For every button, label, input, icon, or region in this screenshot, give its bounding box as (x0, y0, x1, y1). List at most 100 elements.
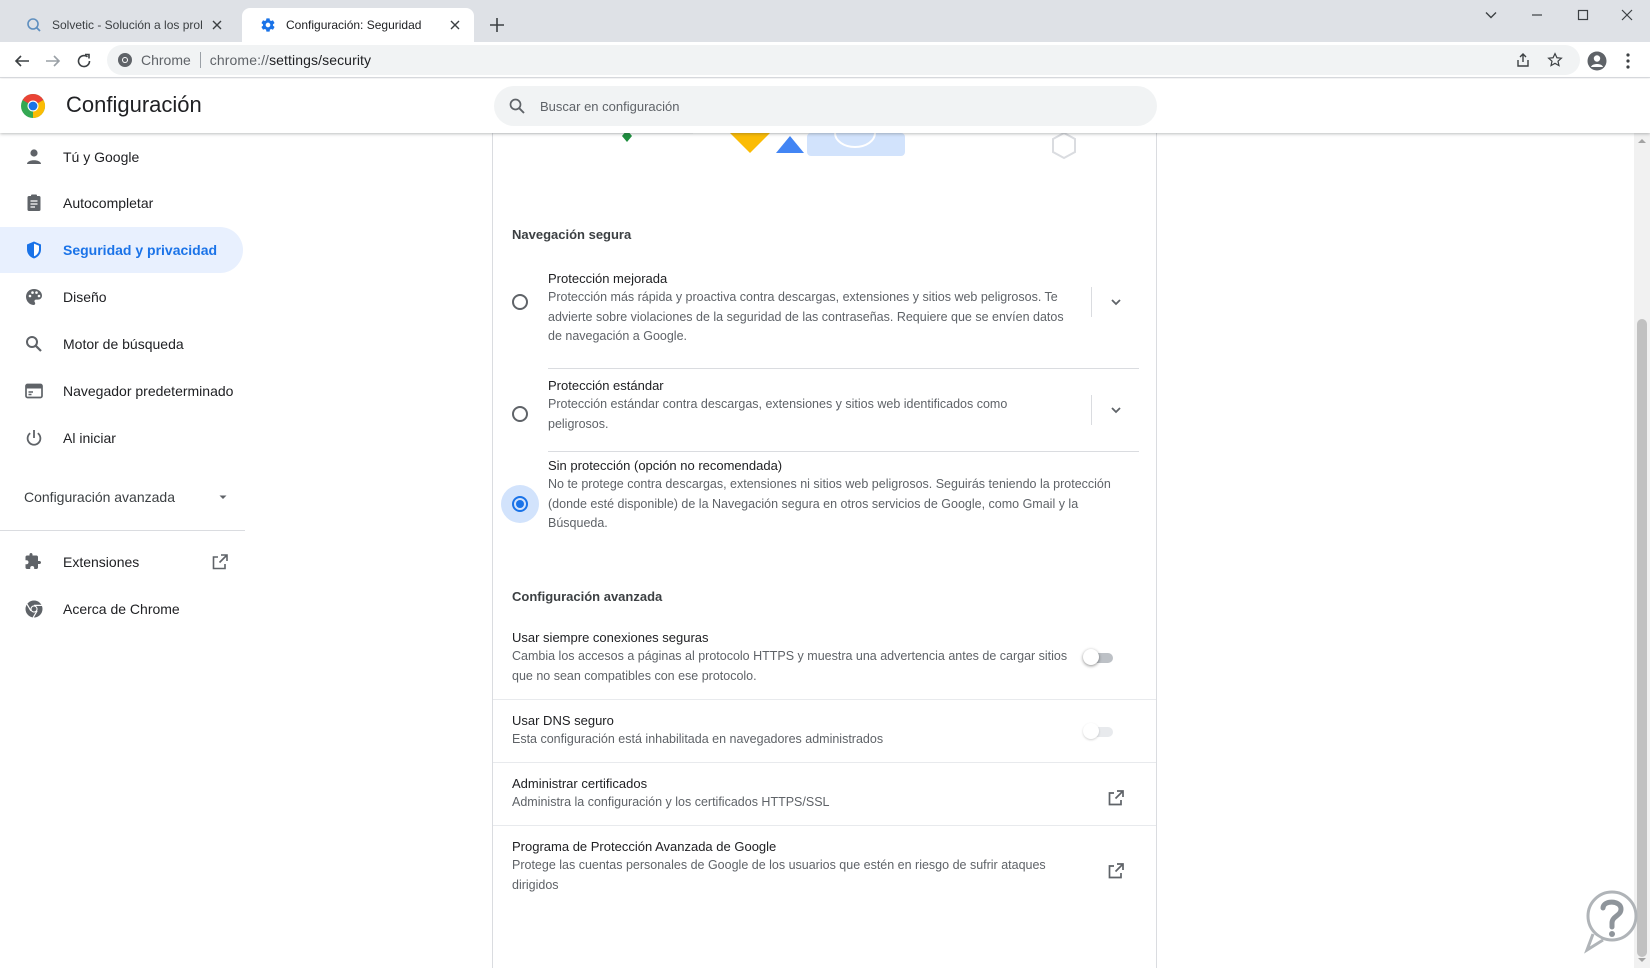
sidebar-item-you-and-google[interactable]: Tú y Google (0, 134, 243, 180)
chrome-site-icon (118, 53, 132, 67)
safe-browsing-section-title: Navegación segura (512, 227, 632, 242)
scrollbar-thumb[interactable] (1637, 319, 1647, 957)
toggle-knob (1083, 723, 1099, 739)
sidebar-item-label: Tú y Google (63, 149, 140, 165)
reload-icon (77, 53, 91, 68)
advanced-protection-description: Protege las cuentas personales de Google… (512, 858, 1046, 892)
share-icon[interactable] (1515, 52, 1531, 68)
solvetic-watermark-logo (1584, 890, 1638, 954)
open-in-new-icon[interactable] (1105, 787, 1127, 809)
new-tab-icon[interactable] (486, 14, 508, 36)
sidebar-item-label: Acerca de Chrome (63, 601, 180, 617)
minimize-icon (1532, 14, 1542, 16)
radio-standard-protection[interactable] (512, 406, 528, 422)
power-icon (26, 430, 42, 446)
bookmark-star-icon[interactable] (1546, 51, 1564, 69)
sidebar-item-extensions[interactable]: Extensiones (0, 539, 243, 585)
safe-browsing-option-standard[interactable]: Protección estándar Protección estándar … (493, 369, 1156, 449)
settings-search-box[interactable] (494, 86, 1157, 126)
url-scheme: chrome:// (209, 52, 270, 68)
tab-title: Solvetic - Solución a los problemas (52, 18, 202, 32)
more-vert-icon (1626, 53, 1630, 69)
secure-dns-description: Esta configuración está inhabilitada en … (512, 732, 884, 746)
tab-settings-security[interactable]: Configuración: Seguridad (242, 8, 474, 42)
page-scrollbar[interactable] (1634, 133, 1650, 968)
manage-certificates-label: Administrar certificados (512, 776, 648, 791)
expand-more-icon[interactable] (1106, 400, 1126, 420)
https-first-toggle[interactable] (1083, 649, 1115, 665)
forward-button[interactable] (41, 49, 65, 73)
safe-browsing-option-no-protection[interactable]: Sin protección (opción no recomendada) N… (493, 452, 1156, 542)
sidebar-item-label: Navegador predeterminado (63, 383, 234, 399)
sidebar-item-label: Extensiones (63, 554, 140, 570)
maximize-icon (1577, 9, 1589, 21)
radio-enhanced-protection[interactable] (512, 294, 528, 310)
expand-more-icon[interactable] (1106, 292, 1126, 312)
option-description: No te protege contra descargas, extensio… (548, 477, 1111, 530)
chevron-down-icon (1485, 12, 1497, 19)
tab-title: Configuración: Seguridad (286, 18, 422, 32)
palette-icon (26, 289, 42, 305)
sidebar-item-appearance[interactable]: Diseño (0, 274, 243, 320)
maximize-button[interactable] (1560, 0, 1606, 30)
sidebar-item-security-privacy[interactable]: Seguridad y privacidad (0, 227, 243, 273)
open-in-new-icon (212, 554, 228, 570)
advanced-section-title: Configuración avanzada (512, 589, 663, 604)
clipboard-icon (27, 194, 41, 211)
close-tab-icon[interactable] (208, 16, 226, 34)
chrome-logo-icon (21, 93, 46, 118)
reload-button[interactable] (72, 49, 96, 73)
close-icon (1621, 9, 1633, 21)
settings-main: Navegación segura Protección mejorada Pr… (246, 133, 1634, 968)
arrow-back-icon (14, 55, 29, 67)
sidebar-advanced-label: Configuración avanzada (24, 489, 175, 505)
site-label: Chrome (141, 52, 191, 68)
sidebar-item-on-startup[interactable]: Al iniciar (0, 415, 243, 461)
sidebar-item-about-chrome[interactable]: Acerca de Chrome (0, 586, 243, 632)
shield-icon (27, 241, 41, 259)
sidebar-item-autofill[interactable]: Autocompletar (0, 180, 243, 226)
profile-button[interactable] (1585, 49, 1609, 73)
radio-button-wrapper[interactable] (501, 283, 539, 321)
tab-solvetic[interactable]: Solvetic - Solución a los problemas (8, 8, 236, 42)
vertical-separator (1091, 395, 1092, 425)
puzzle-piece-icon (25, 553, 41, 569)
address-bar[interactable]: Chrome chrome://settings/security (107, 45, 1580, 75)
secure-dns-toggle (1083, 723, 1115, 739)
radio-no-protection[interactable] (512, 496, 528, 512)
safe-browsing-option-enhanced[interactable]: Protección mejorada Protección más rápid… (493, 265, 1156, 345)
arrow-drop-down-icon (219, 495, 227, 499)
open-in-new-icon[interactable] (1105, 860, 1127, 882)
radio-button-wrapper[interactable] (501, 395, 539, 433)
row-divider (493, 699, 1156, 700)
page-title: Configuración (66, 92, 202, 117)
security-illustration (493, 133, 1076, 160)
menu-button[interactable] (1616, 49, 1640, 73)
tab-search-button[interactable] (1468, 0, 1514, 30)
settings-search-input[interactable] (540, 98, 1100, 114)
secure-dns-label: Usar DNS seguro (512, 713, 614, 728)
sidebar-divider (0, 530, 245, 531)
browser-window-icon (25, 383, 43, 399)
sidebar-item-search-engine[interactable]: Motor de búsqueda (0, 321, 243, 367)
row-divider (493, 825, 1156, 826)
url-path: settings/security (269, 52, 372, 68)
sidebar-advanced-toggle[interactable]: Configuración avanzada (24, 489, 229, 505)
close-window-button[interactable] (1604, 0, 1650, 30)
back-button[interactable] (10, 49, 34, 73)
toggle-knob (1083, 649, 1099, 665)
tab-strip: Solvetic - Solución a los problemas Conf… (0, 0, 1650, 42)
security-card: Navegación segura Protección mejorada Pr… (492, 133, 1157, 968)
solvetic-favicon-icon (27, 18, 41, 32)
sidebar-item-label: Motor de búsqueda (63, 336, 184, 352)
sidebar-item-default-browser[interactable]: Navegador predeterminado (0, 368, 243, 414)
search-icon (509, 98, 525, 114)
arrow-forward-icon (46, 55, 61, 67)
sidebar-item-label: Diseño (63, 289, 107, 305)
person-icon (27, 149, 41, 164)
radio-button-wrapper[interactable] (501, 485, 539, 523)
minimize-button[interactable] (1514, 0, 1560, 30)
scroll-up-arrow-icon[interactable] (1638, 137, 1646, 145)
close-tab-icon[interactable] (446, 16, 464, 34)
settings-header: Configuración (0, 79, 1650, 133)
